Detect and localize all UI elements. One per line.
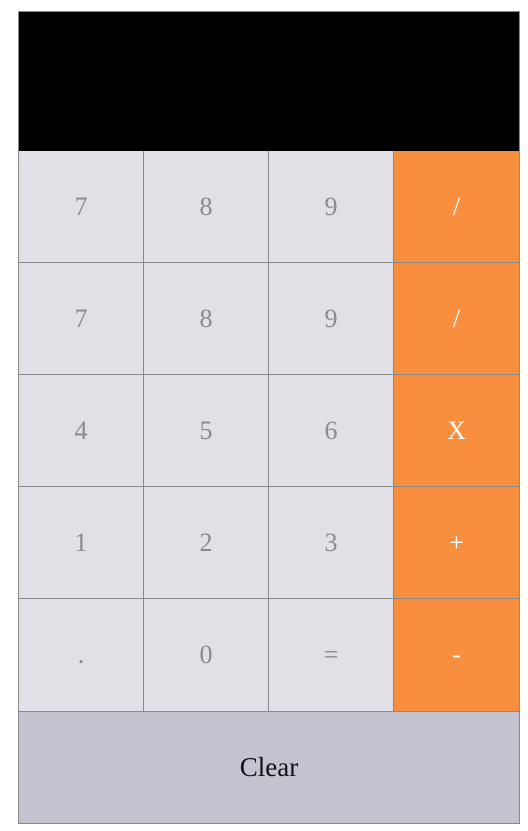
clear-button[interactable]: Clear xyxy=(19,711,519,823)
key-7[interactable]: 7 xyxy=(19,151,143,262)
key-0[interactable]: 0 xyxy=(144,599,268,711)
key-9[interactable]: 9 xyxy=(269,151,393,262)
key-8[interactable]: 8 xyxy=(144,151,268,262)
key-4[interactable]: 4 xyxy=(19,375,143,486)
key-8[interactable]: 8 xyxy=(144,263,268,374)
key-divide[interactable]: / xyxy=(394,151,519,262)
keypad: 7 8 9 / 7 8 9 / 4 5 6 X 1 2 3 + . 0 = - xyxy=(19,151,519,711)
key-3[interactable]: 3 xyxy=(269,487,393,598)
key-decimal[interactable]: . xyxy=(19,599,143,711)
key-minus[interactable]: - xyxy=(394,599,519,711)
key-9[interactable]: 9 xyxy=(269,263,393,374)
key-plus[interactable]: + xyxy=(394,487,519,598)
key-6[interactable]: 6 xyxy=(269,375,393,486)
key-7[interactable]: 7 xyxy=(19,263,143,374)
key-5[interactable]: 5 xyxy=(144,375,268,486)
key-1[interactable]: 1 xyxy=(19,487,143,598)
calculator-display xyxy=(19,12,519,151)
key-2[interactable]: 2 xyxy=(144,487,268,598)
key-multiply[interactable]: X xyxy=(394,375,519,486)
key-divide[interactable]: / xyxy=(394,263,519,374)
key-equals[interactable]: = xyxy=(269,599,393,711)
calculator: 7 8 9 / 7 8 9 / 4 5 6 X 1 2 3 + . 0 = - … xyxy=(18,11,520,824)
